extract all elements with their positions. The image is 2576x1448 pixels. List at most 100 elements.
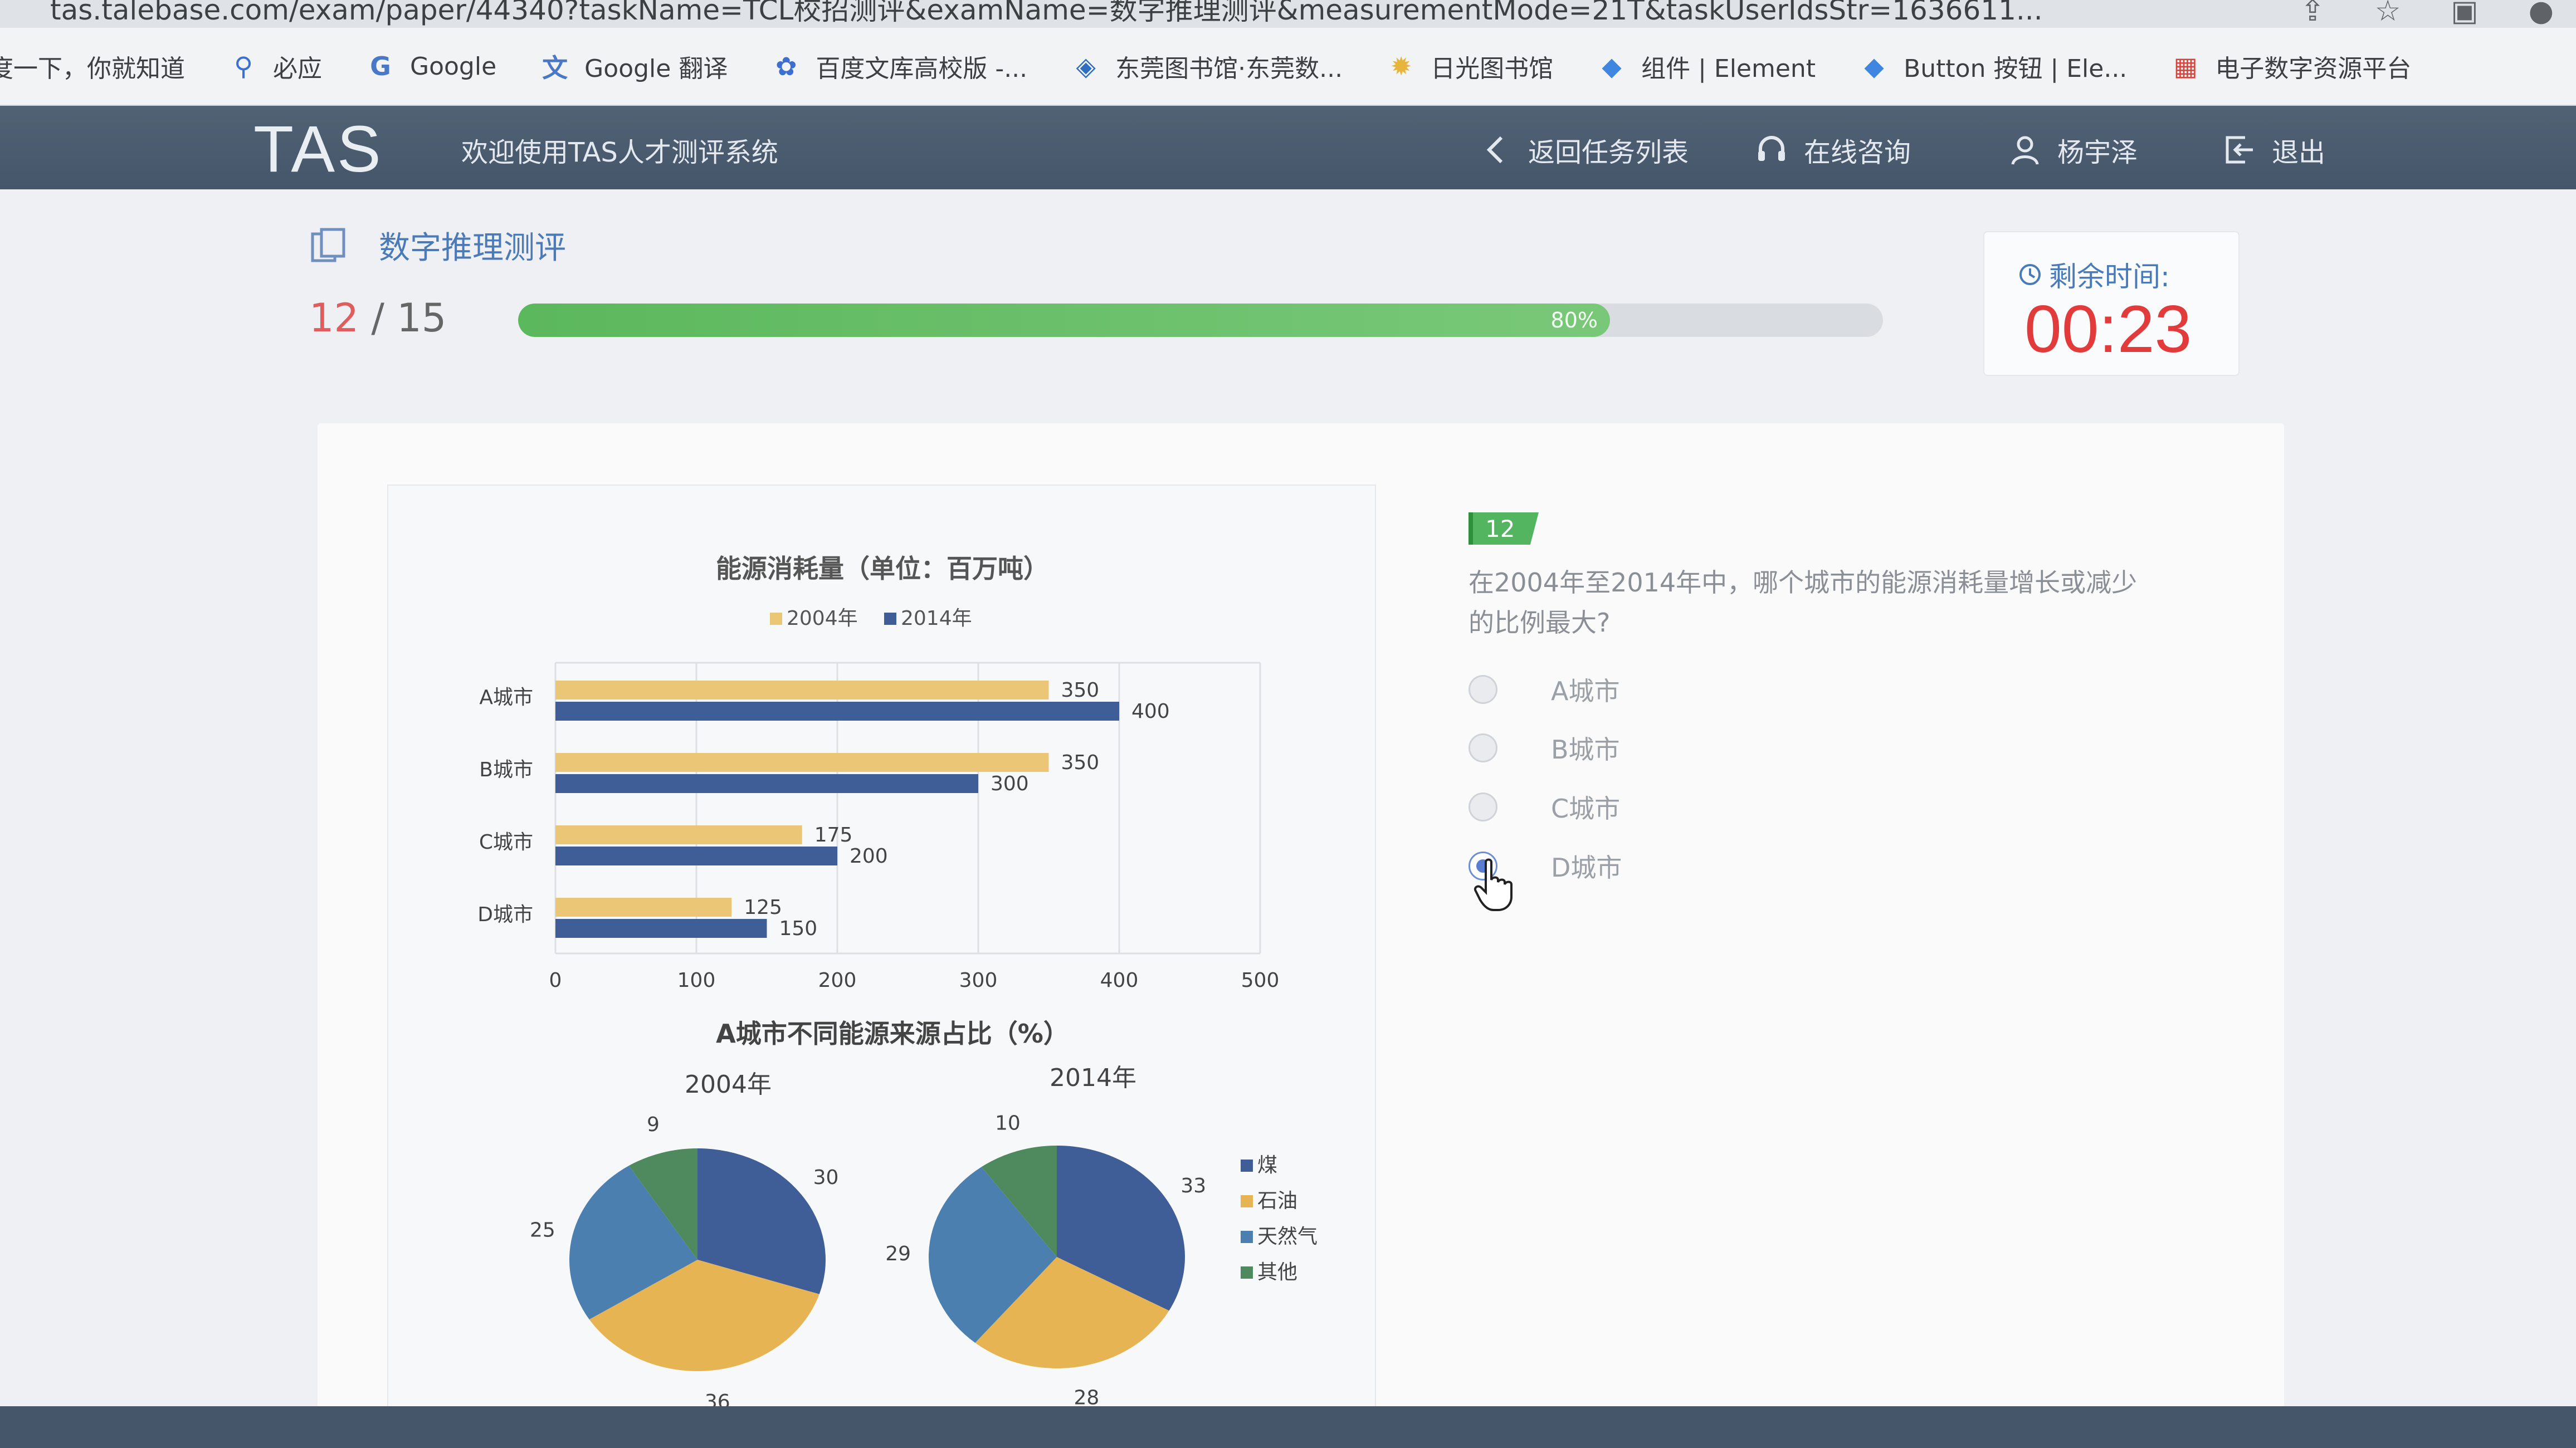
logout-link[interactable]: 退出 [2223, 130, 2325, 169]
bookmark-item[interactable]: ✿ 百度文库高校版 -... [771, 48, 1027, 84]
logout-icon [2223, 133, 2256, 167]
bar-2004 [555, 681, 1049, 699]
bookmark-item[interactable]: ◈ 东莞图书馆·东莞数... [1071, 48, 1343, 84]
option-c-radio[interactable] [1468, 793, 1497, 821]
bar-value-label: 150 [779, 917, 818, 940]
option-b[interactable]: B城市 [1468, 730, 1620, 766]
progress-fill: 80% [518, 304, 1610, 337]
legend-swatch [884, 613, 896, 625]
bookmark-item[interactable]: 文 Google 翻译 [540, 48, 728, 84]
option-a[interactable]: A城市 [1468, 671, 1619, 708]
star-icon[interactable]: ☆ [2375, 0, 2401, 28]
headset-icon [1755, 133, 1788, 167]
bar-2014 [555, 774, 978, 793]
bookmark-label: 组件 | Element [1641, 55, 1816, 83]
translate-icon: 文 [542, 53, 568, 83]
chevron-left-icon [1479, 133, 1513, 167]
chart-panel: 能源消耗量（单位：百万吨） 2004年 2014年 0 100 200 300 400 500 A… [387, 485, 1376, 1448]
share-icon[interactable]: ⇪ [2300, 0, 2325, 28]
back-to-tasks-link[interactable]: 返回任务列表 [1479, 130, 1689, 169]
bookmark-label: Button 按钮 | Ele... [1904, 55, 2128, 83]
baidu-paw-icon: ✿ [775, 51, 797, 81]
option-c-label: C城市 [1551, 794, 1621, 824]
bookmark-item[interactable]: ✹ 日光图书馆 [1386, 48, 1553, 84]
resource-icon: ▦ [2173, 51, 2198, 81]
x-tick-label: 200 [818, 969, 857, 992]
bookmark-item[interactable]: ◆ Button 按钮 | Ele... [1859, 48, 2127, 84]
y-category-label: C城市 [479, 831, 533, 854]
welcome-text: 欢迎使用TAS人才测评系统 [461, 137, 778, 168]
bookmark-label: Google [410, 52, 497, 81]
bar-value-label: 175 [814, 824, 853, 847]
bar-value-label: 350 [1061, 751, 1100, 774]
charts-svg: 能源消耗量（单位：百万吨） 2004年 2014年 0 100 200 300 400 500 A… [477, 554, 1318, 1413]
bookmark-item[interactable]: G Google [365, 51, 496, 81]
test-title-label: 数字推理测评 [379, 230, 566, 266]
bar-chart-title: 能源消耗量（单位：百万吨） [716, 554, 1049, 584]
bookmark-item[interactable]: ◐度一下，你就知道 [0, 48, 185, 84]
test-title: 数字推理测评 [309, 223, 566, 268]
address-bar[interactable]: tas.talebase.com/exam/paper/44340?taskNa… [0, 0, 2576, 28]
search-icon: ⚲ [234, 51, 253, 81]
user-name: 杨宇泽 [2057, 137, 2138, 168]
bookmark-item[interactable]: ▦ 电子数字资源平台 [2170, 48, 2412, 84]
bookmark-label: Google 翻译 [584, 55, 728, 83]
user-menu[interactable]: 杨宇泽 [2008, 130, 2138, 169]
bookmark-item[interactable]: ◆ 组件 | Element [1597, 48, 1816, 84]
library-icon: ◈ [1076, 51, 1096, 81]
url-text[interactable]: tas.talebase.com/exam/paper/44340?taskNa… [50, 0, 2043, 28]
bar-value-label: 300 [991, 772, 1029, 795]
current-question-number: 12 [309, 295, 359, 341]
pie-value-label: 10 [995, 1112, 1021, 1134]
online-consult-label: 在线咨询 [1804, 137, 1911, 168]
pie-legend-swatch [1241, 1195, 1253, 1207]
option-a-radio[interactable] [1468, 675, 1497, 704]
bottom-bar [0, 1406, 2576, 1448]
legend-label: 2014年 [901, 607, 972, 630]
question-text: 在2004年至2014年中，哪个城市的能源消耗量增长或减少的比例最大? [1468, 568, 2138, 638]
y-category-label: A城市 [479, 686, 533, 709]
pie-legend-label: 煤 [1257, 1154, 1277, 1177]
pie-value-label: 33 [1180, 1175, 1206, 1197]
option-d-label: D城市 [1551, 853, 1622, 883]
logo: TAS [253, 112, 383, 186]
timer-label: 剩余时间: [2018, 255, 2170, 295]
bookmark-label: 日光图书馆 [1431, 55, 1554, 83]
timer-label-text: 剩余时间: [2049, 261, 2170, 293]
pie-subtitle-2004: 2004年 [685, 1070, 772, 1099]
bar-value-label: 400 [1131, 700, 1170, 723]
bar-2014 [555, 847, 837, 865]
y-category-label: B城市 [479, 759, 533, 781]
back-to-tasks-label: 返回任务列表 [1528, 137, 1689, 168]
option-a-label: A城市 [1551, 676, 1620, 706]
profile-icon[interactable]: ● [2529, 0, 2554, 28]
pie-value-label: 29 [885, 1242, 911, 1265]
bar-2004 [555, 753, 1049, 772]
timer-value: 00:23 [2024, 292, 2192, 366]
legend-label: 2004年 [787, 607, 858, 630]
bookmark-label: 度一下，你就知道 [0, 55, 185, 83]
browser-toolbar-icons: ⇪ ☆ ▣ ● [2300, 0, 2554, 28]
bookmark-item[interactable]: ⚲ 必应 [228, 48, 322, 84]
element-icon: ◆ [1864, 51, 1884, 81]
countdown-timer: 剩余时间: 00:23 [1983, 231, 2240, 376]
pie-value-label: 25 [530, 1219, 555, 1241]
question-number-text: 12 [1485, 515, 1515, 542]
extension-icon[interactable]: ▣ [2451, 0, 2478, 28]
x-tick-label: 0 [549, 969, 562, 992]
bar-2004 [555, 825, 802, 844]
legend-swatch [770, 613, 782, 625]
user-icon [2008, 133, 2042, 167]
sun-icon: ✹ [1390, 51, 1412, 81]
hand-cursor-icon [1474, 858, 1513, 911]
bookmark-label: 必应 [273, 55, 322, 83]
bookmark-label: 电子数字资源平台 [2215, 55, 2412, 83]
option-b-radio[interactable] [1468, 733, 1497, 762]
bar-value-label: 200 [850, 845, 888, 868]
bookmark-label: 东莞图书馆·东莞数... [1115, 55, 1343, 83]
pie-value-label: 30 [813, 1166, 839, 1189]
pie-legend-label: 其他 [1257, 1261, 1297, 1284]
online-consult-link[interactable]: 在线咨询 [1755, 130, 1911, 169]
option-c[interactable]: C城市 [1468, 789, 1620, 825]
pie-legend-swatch [1241, 1231, 1253, 1243]
